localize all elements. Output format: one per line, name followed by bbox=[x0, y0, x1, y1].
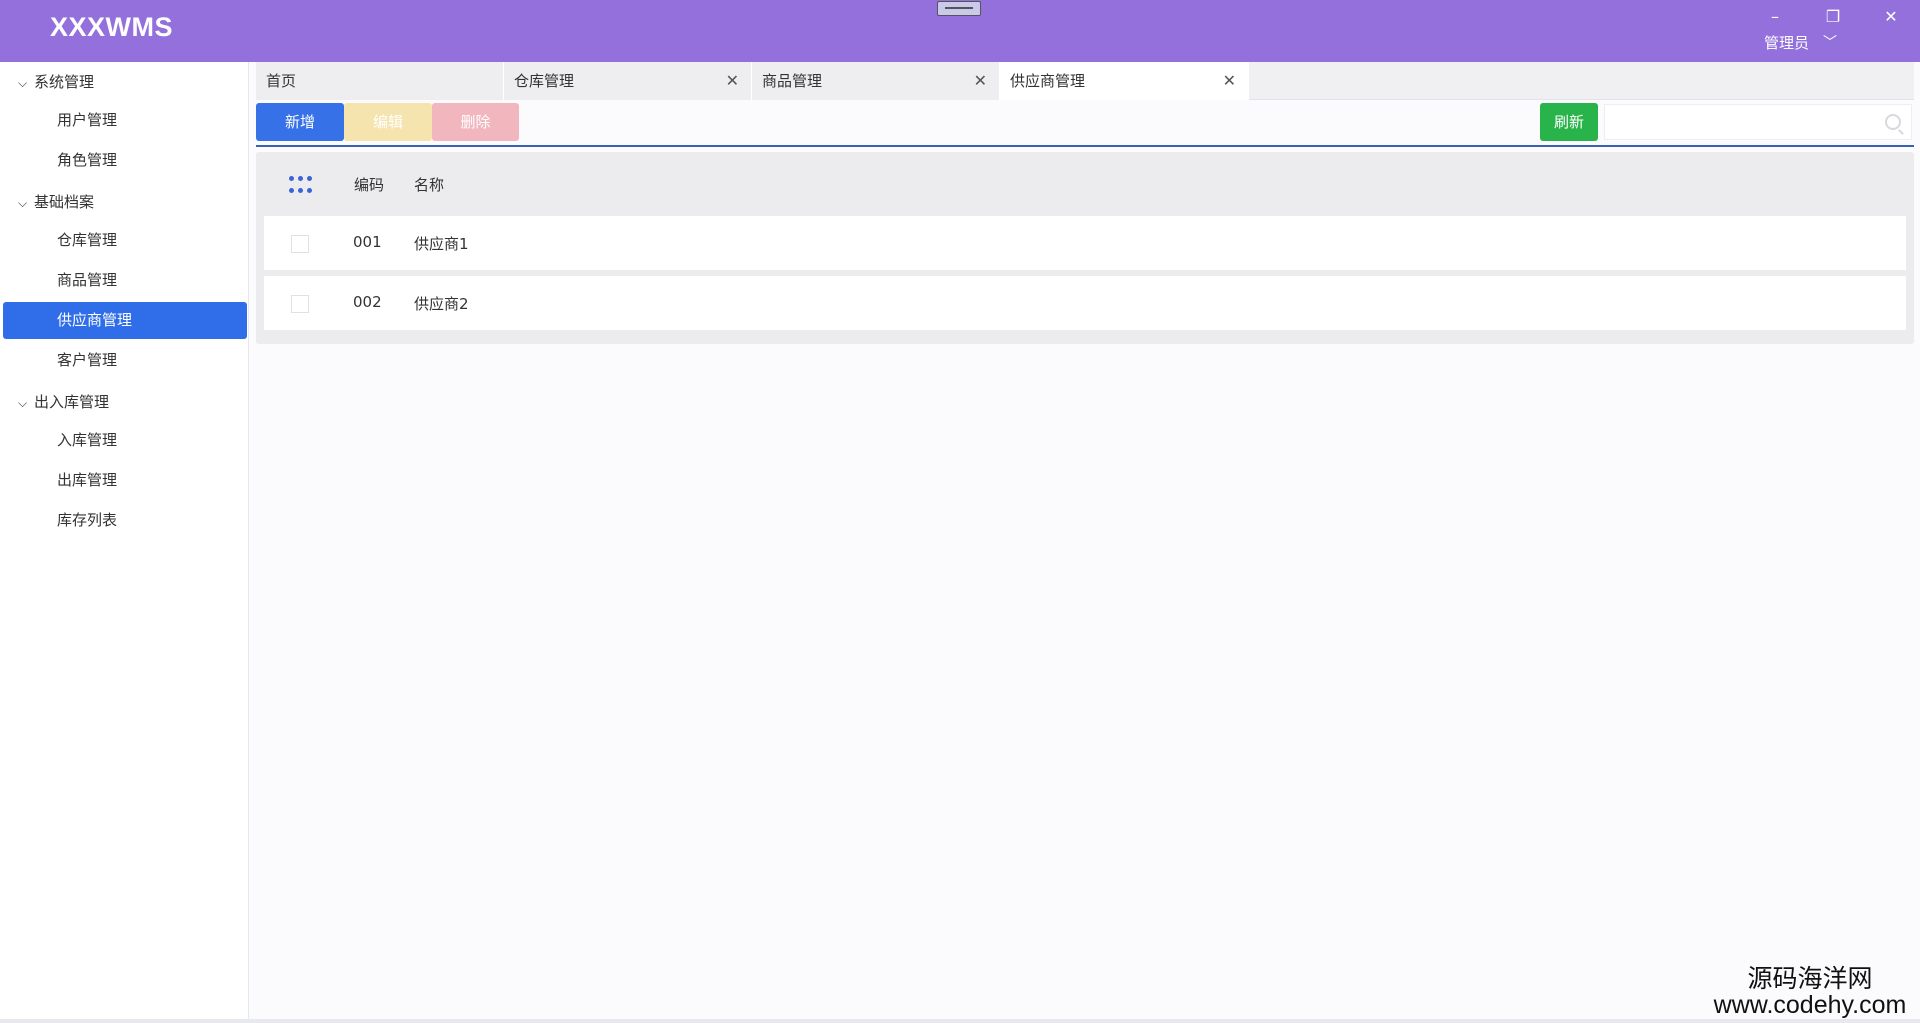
watermark-line2: www.codehy.com bbox=[1713, 991, 1907, 1019]
chevron-down-icon: ﹀ bbox=[1823, 35, 1838, 51]
bottom-border bbox=[0, 1019, 1920, 1023]
add-button[interactable]: 新增 bbox=[256, 103, 344, 141]
row-checkbox[interactable] bbox=[291, 235, 309, 253]
watermark: 源码海洋网 www.codehy.com bbox=[1700, 964, 1920, 1019]
app-title: XXXWMS bbox=[50, 12, 174, 42]
search-box bbox=[1604, 104, 1912, 140]
cell-code: 002 bbox=[353, 293, 382, 311]
close-icon[interactable]: ✕ bbox=[726, 62, 739, 100]
search-icon[interactable] bbox=[1885, 114, 1901, 130]
sidebar-item-suppliers[interactable]: 供应商管理 bbox=[3, 302, 247, 339]
column-header-name[interactable]: 名称 bbox=[414, 174, 444, 195]
sidebar-group-label: 基础档案 bbox=[34, 193, 95, 211]
table-row[interactable]: 002 供应商2 bbox=[264, 276, 1906, 330]
table-row[interactable]: 001 供应商1 bbox=[264, 216, 1906, 270]
sidebar-group-inout[interactable]: ⌵ 出入库管理 bbox=[0, 384, 249, 420]
cell-code: 001 bbox=[353, 233, 382, 251]
toolbar-divider bbox=[256, 145, 1914, 147]
minimize-icon[interactable]: – bbox=[1762, 6, 1788, 28]
edit-button[interactable]: 编辑 bbox=[344, 103, 432, 141]
tab-label: 商品管理 bbox=[762, 72, 823, 90]
sidebar-item-outbound[interactable]: 出库管理 bbox=[3, 462, 247, 499]
drag-handle[interactable] bbox=[937, 1, 981, 16]
sidebar-item-roles[interactable]: 角色管理 bbox=[3, 142, 247, 179]
chevron-down-icon: ⌵ bbox=[18, 396, 28, 410]
tab-label: 首页 bbox=[266, 72, 297, 90]
refresh-button[interactable]: 刷新 bbox=[1540, 103, 1598, 141]
close-icon[interactable]: ✕ bbox=[1223, 62, 1236, 100]
grid-menu-icon[interactable] bbox=[289, 176, 313, 196]
cell-name: 供应商1 bbox=[414, 235, 469, 253]
sidebar-group-label: 出入库管理 bbox=[34, 393, 110, 411]
tab-label: 仓库管理 bbox=[514, 72, 575, 90]
column-header-code[interactable]: 编码 bbox=[354, 174, 384, 195]
sidebar-group-basic-archive[interactable]: ⌵ 基础档案 bbox=[0, 184, 249, 220]
restore-icon[interactable]: ❐ bbox=[1820, 6, 1846, 28]
sidebar-group-system[interactable]: ⌵ 系统管理 bbox=[0, 64, 249, 100]
sidebar-item-users[interactable]: 用户管理 bbox=[3, 102, 247, 139]
sidebar-item-warehouse[interactable]: 仓库管理 bbox=[3, 222, 247, 259]
watermark-line1: 源码海洋网 bbox=[1747, 964, 1873, 993]
tab-suppliers[interactable]: 供应商管理 ✕ bbox=[1000, 62, 1249, 100]
tab-home[interactable]: 首页 bbox=[256, 62, 504, 100]
title-bar: XXXWMS – ❐ ✕ 管理员 ﹀ bbox=[0, 0, 1920, 62]
delete-button[interactable]: 删除 bbox=[432, 103, 519, 141]
sidebar-item-products[interactable]: 商品管理 bbox=[3, 262, 247, 299]
tab-bar: 首页 仓库管理 ✕ 商品管理 ✕ 供应商管理 ✕ bbox=[256, 62, 1914, 100]
sidebar-group-label: 系统管理 bbox=[34, 73, 95, 91]
chevron-down-icon: ⌵ bbox=[18, 76, 28, 90]
tab-label: 供应商管理 bbox=[1010, 72, 1086, 90]
tab-warehouse[interactable]: 仓库管理 ✕ bbox=[504, 62, 752, 100]
sidebar: ⌵ 系统管理 用户管理 角色管理 ⌵ 基础档案 仓库管理 商品管理 供应商管理 客户… bbox=[0, 62, 249, 1023]
table-header: 编码 名称 bbox=[256, 152, 1914, 216]
chevron-down-icon: ⌵ bbox=[18, 196, 28, 210]
user-name: 管理员 bbox=[1764, 33, 1810, 52]
close-window-icon[interactable]: ✕ bbox=[1878, 6, 1904, 28]
sidebar-item-inbound[interactable]: 入库管理 bbox=[3, 422, 247, 459]
sidebar-item-inventory[interactable]: 库存列表 bbox=[3, 502, 247, 539]
sidebar-item-customers[interactable]: 客户管理 bbox=[3, 342, 247, 379]
row-checkbox[interactable] bbox=[291, 295, 309, 313]
user-menu[interactable]: 管理员 ﹀ bbox=[1764, 30, 1837, 54]
cell-name: 供应商2 bbox=[414, 295, 469, 313]
tab-products[interactable]: 商品管理 ✕ bbox=[752, 62, 1000, 100]
supplier-table: 编码 名称 001 供应商1 002 供应商2 bbox=[256, 152, 1914, 344]
close-icon[interactable]: ✕ bbox=[974, 62, 987, 100]
search-input[interactable] bbox=[1605, 105, 1865, 139]
